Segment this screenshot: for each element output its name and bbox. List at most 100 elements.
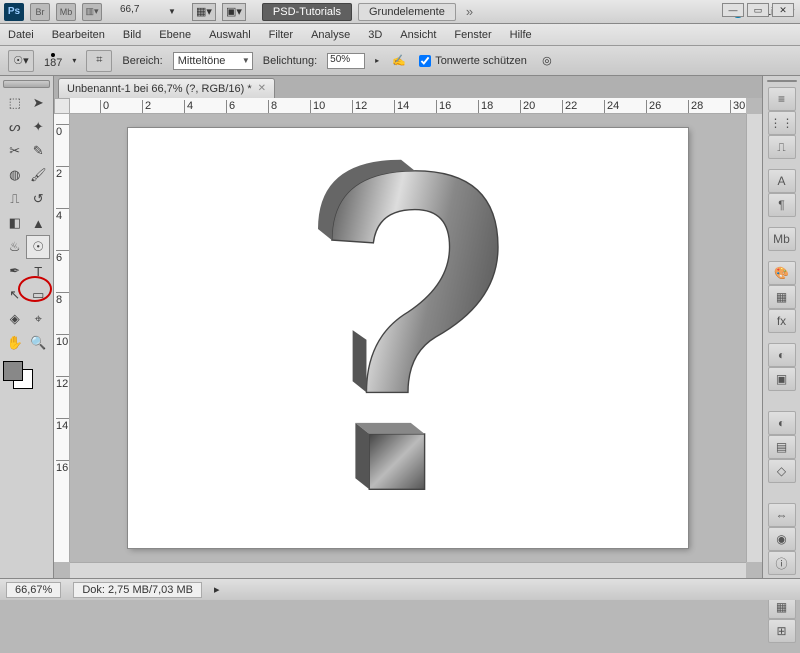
panels-handle[interactable] — [767, 80, 797, 82]
range-dropdown[interactable]: Mitteltöne — [173, 52, 253, 70]
screen-mode-button[interactable]: ▣▾ — [222, 3, 246, 21]
arrange-documents-button[interactable]: ▦▾ — [192, 3, 216, 21]
ruler-tick: 4 — [56, 208, 70, 222]
canvas[interactable] — [128, 128, 688, 548]
ruler-origin[interactable] — [54, 98, 70, 114]
chevron-down-icon[interactable]: ▼ — [168, 7, 176, 16]
tool-hand[interactable]: ✋ — [3, 331, 27, 355]
panel-char-icon[interactable]: A — [768, 169, 796, 193]
ruler-tick: 6 — [56, 250, 70, 264]
panel-chan-icon[interactable]: ▤ — [768, 435, 796, 459]
panel-histo-icon[interactable]: ◉ — [768, 527, 796, 551]
menu-3d[interactable]: 3D — [368, 29, 382, 41]
foreground-color-swatch[interactable] — [3, 361, 23, 381]
ruler-vertical[interactable]: 0246810121416 — [54, 114, 70, 562]
close-button[interactable]: ✕ — [772, 3, 794, 17]
workspace: ⬚➤ᔕ✦✂✎◍🖌⎍↺◧▲♨☉✒T↖▭◈⌖✋🔍 Unbenannt-1 bei 6… — [0, 76, 800, 578]
status-doc-size[interactable]: Dok: 2,75 MB/7,03 MB — [73, 582, 202, 598]
brush-panel-toggle[interactable]: ⌗ — [86, 50, 112, 72]
menu-bearbeiten[interactable]: Bearbeiten — [52, 29, 105, 41]
protect-tones-checkbox[interactable]: Tonwerte schützen — [419, 55, 527, 67]
tools-panel-handle[interactable] — [3, 80, 50, 88]
menu-fenster[interactable]: Fenster — [454, 29, 491, 41]
color-swatches[interactable] — [3, 361, 39, 391]
protect-tones-input[interactable] — [419, 55, 431, 67]
tool-bucket[interactable]: ▲ — [27, 211, 51, 235]
menu-auswahl[interactable]: Auswahl — [209, 29, 251, 41]
workspace-grundelemente[interactable]: Grundelemente — [358, 3, 456, 21]
tool-wand[interactable]: ✦ — [27, 115, 51, 139]
scrollbar-horizontal[interactable] — [70, 562, 746, 578]
zoom-level-display[interactable]: 66,7 — [118, 4, 162, 20]
tool-pen[interactable]: ✒ — [3, 259, 27, 283]
panel-history-icon[interactable]: ≡ — [768, 87, 796, 111]
tool-3dcam[interactable]: ⌖ — [27, 307, 51, 331]
menu-datei[interactable]: Datei — [8, 29, 34, 41]
current-tool-icon[interactable]: ☉▾ — [8, 50, 34, 72]
ruler-tick: 0 — [100, 100, 109, 114]
panel-color-icon[interactable]: 🎨 — [768, 261, 796, 285]
panel-brushes-icon[interactable]: ⋮⋮ — [768, 111, 796, 135]
canvas-artwork-questionmark — [268, 157, 548, 520]
panel-comps-icon[interactable]: ⊞ — [768, 619, 796, 643]
panel-info-icon[interactable]: ⓘ — [768, 551, 796, 575]
tool-lasso[interactable]: ᔕ — [3, 115, 27, 139]
tool-type[interactable]: T — [27, 259, 51, 283]
ruler-horizontal[interactable]: 024681012141618202224262830 — [70, 98, 746, 114]
view-extras-button[interactable]: ▥▾ — [82, 3, 102, 21]
tool-eyedrop[interactable]: ✎ — [27, 139, 51, 163]
tool-eraser[interactable]: ◧ — [3, 211, 27, 235]
ruler-tick: 10 — [56, 334, 70, 348]
status-zoom[interactable]: 66,67% — [6, 582, 61, 598]
tool-shape[interactable]: ▭ — [27, 283, 51, 307]
menu-analyse[interactable]: Analyse — [311, 29, 350, 41]
menu-filter[interactable]: Filter — [269, 29, 293, 41]
panel-para-icon[interactable]: ¶ — [768, 193, 796, 217]
canvas-viewport[interactable] — [70, 114, 746, 562]
tool-marquee[interactable]: ➤ — [27, 91, 51, 115]
menu-bild[interactable]: Bild — [123, 29, 141, 41]
tool-zoom[interactable]: 🔍 — [27, 331, 51, 355]
panel-nav-icon[interactable]: ⇔ — [768, 503, 796, 527]
panel-mask-icon[interactable]: ▣ — [768, 367, 796, 391]
ruler-tick: 28 — [688, 100, 703, 114]
ruler-tick: 2 — [56, 166, 70, 180]
minibridge-button[interactable]: Mb — [56, 3, 76, 21]
tool-crop[interactable]: ✂ — [3, 139, 27, 163]
ruler-tick: 0 — [56, 124, 70, 138]
tool-history[interactable]: ↺ — [27, 187, 51, 211]
document-tab[interactable]: Unbenannt-1 bei 66,7% (?, RGB/16) * ✕ — [58, 78, 275, 98]
airbrush-toggle[interactable]: ✍ — [389, 52, 409, 70]
tool-stamp[interactable]: ⎍ — [3, 187, 27, 211]
panel-clone-icon[interactable]: ⎍ — [768, 135, 796, 159]
panel-mb-icon[interactable]: Mb — [768, 227, 796, 251]
workspace-more-icon[interactable]: » — [462, 4, 477, 19]
tablet-pressure-toggle[interactable]: ◎ — [537, 52, 557, 70]
tool-path[interactable]: ↖ — [3, 283, 27, 307]
maximize-button[interactable]: ▭ — [747, 3, 769, 17]
panel-bw-icon[interactable]: ◐ — [768, 411, 796, 435]
panel-styles-icon[interactable]: fx — [768, 309, 796, 333]
ruler-tick: 8 — [268, 100, 277, 114]
panel-paths-icon[interactable]: ◇ — [768, 459, 796, 483]
menu-ebene[interactable]: Ebene — [159, 29, 191, 41]
panel-swatch-icon[interactable]: ▦ — [768, 285, 796, 309]
application-bar: Ps Br Mb ▥▾ 66,7▼ ▦▾ ▣▾ PSD-Tutorials Gr… — [0, 0, 800, 24]
tool-3d[interactable]: ◈ — [3, 307, 27, 331]
bridge-button[interactable]: Br — [30, 3, 50, 21]
tool-move[interactable]: ⬚ — [3, 91, 27, 115]
tool-dodge[interactable]: ☉ — [26, 235, 50, 259]
workspace-psd-tutorials[interactable]: PSD-Tutorials — [262, 3, 352, 21]
tool-patch[interactable]: ◍ — [3, 163, 27, 187]
minimize-button[interactable]: — — [722, 3, 744, 17]
menu-hilfe[interactable]: Hilfe — [510, 29, 532, 41]
tool-blur[interactable]: ♨ — [3, 235, 26, 259]
panel-adjust-icon[interactable]: ◐ — [768, 343, 796, 367]
scrollbar-vertical[interactable] — [746, 114, 762, 562]
tool-brush[interactable]: 🖌 — [27, 163, 51, 187]
exposure-input[interactable]: 50% — [327, 53, 365, 69]
brush-preset-picker[interactable]: 187 — [44, 53, 62, 69]
menu-ansicht[interactable]: Ansicht — [400, 29, 436, 41]
status-arrow-icon[interactable]: ▸ — [214, 583, 220, 596]
document-close-icon[interactable]: ✕ — [258, 83, 266, 94]
